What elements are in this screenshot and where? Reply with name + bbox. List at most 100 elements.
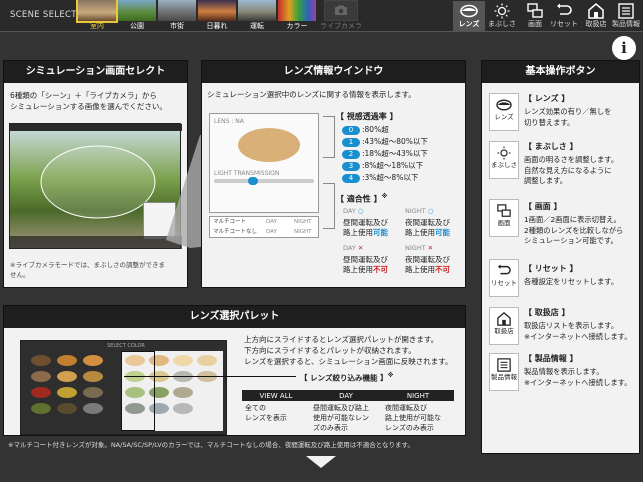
scene-thumb-city[interactable]: 市街: [158, 0, 196, 32]
sim-select-title: シミュレーション画面セレクト: [4, 61, 187, 83]
bop-glare-line-1: 画面の明るさを調整します。: [524, 155, 619, 164]
palette-mock-label: SELECT COLOR: [107, 343, 145, 349]
glare-button[interactable]: まぶしさ: [486, 1, 518, 31]
bop-product-line-2: ※インターネットへ接続します。: [524, 377, 632, 387]
reset-button[interactable]: リセット: [548, 1, 580, 31]
bop-glare-line-3: 調整します。: [524, 176, 568, 185]
lens-info-mockup: LENS : NA LIGHT TRANSMISSION: [209, 113, 319, 213]
scene-label-dusk: 日暮れ: [206, 22, 228, 30]
palette-desc-2: 下方向にスライドするとパレットが収納されます。: [244, 346, 416, 355]
bop-store-desc: 取扱店リストを表示します。 ※インターネットへ接続します。: [524, 321, 632, 342]
basic-ops-title: 基本操作ボタン: [482, 61, 639, 83]
screen-button-label: 画面: [528, 20, 542, 28]
lens-icon: [496, 99, 512, 111]
info-list-icon: [497, 358, 511, 372]
mock-coat-table: マルチコート DAY NIGHT マルチコートなし DAY NIGHT: [209, 216, 319, 238]
filter-cell-night: 夜間運転及び 路上使用が可能な レンズのみ表示: [382, 401, 454, 435]
level-4: 4:3%超～8%以下: [342, 172, 428, 184]
bop-product-icon-box: 製品情報: [489, 353, 519, 391]
bop-product-title: 【 製品情報 】: [524, 354, 578, 363]
sim-select-desc-2: シミュレーションする画像を選んでください。: [10, 102, 167, 111]
scene-select-label: SCENE SELECT: [10, 10, 77, 20]
scene-thumb-color[interactable]: カラー: [278, 0, 316, 32]
circle-icon: ○: [357, 207, 364, 215]
transmission-levels: 0:80%超 1:43%超～80%以下 2:18%超～43%以下 3:8%超～1…: [342, 124, 428, 184]
scene-label-indoor: 室内: [90, 22, 104, 30]
info-list-icon: [618, 3, 634, 19]
scene-thumb-live-camera[interactable]: ライブカメラ: [318, 0, 364, 32]
filter-table: VIEW ALL DAY NIGHT 全ての レンズを表示 昼間運転及び路上 使用が…: [242, 390, 454, 435]
bop-reset-icon-label: リセット: [491, 279, 517, 287]
suit-day-ng: DAY ✕: [343, 244, 363, 253]
preview-toolbar: [10, 124, 182, 131]
sim-select-preview-image: [9, 123, 182, 249]
bop-store-line-2: ※インターネットへ接続します。: [524, 331, 632, 341]
scene-thumb-park[interactable]: 公園: [118, 0, 156, 32]
level-1: 1:43%超～80%以下: [342, 136, 428, 148]
suit-day-ng-prefix: 路上使用: [343, 265, 373, 274]
filter-col-day: DAY: [310, 390, 382, 401]
filter-cell-view-all-line-2: レンズを表示: [245, 414, 287, 422]
info-button[interactable]: i: [612, 36, 636, 60]
level-4-text: :3%超～8%以下: [362, 173, 419, 182]
product-info-button[interactable]: 製品情報: [610, 1, 642, 31]
level-3: 3:8%超～18%以下: [342, 160, 428, 172]
mock-slider-thumb: [248, 177, 258, 185]
palette-swatches-left: [27, 351, 121, 431]
level-3-text: :8%超～18%以下: [362, 161, 424, 170]
bop-lens-line-2: 切り替えます。: [524, 117, 575, 127]
filter-cell-day: 昼間運転及び路上 使用が可能なレン ズのみ表示: [310, 401, 382, 435]
suit-day-ok-line-1: 昼間運転及び: [343, 218, 388, 227]
suit-night-ok-label: NIGHT: [405, 207, 426, 215]
bop-glare-desc: 画面の明るさを調整します。 自然な見え方になるように 調整します。: [524, 155, 618, 187]
filter-cell-night-line-1: 夜間運転及び: [385, 404, 427, 412]
mock-transmission-slider: [214, 179, 314, 183]
suit-day-ng-label: DAY: [343, 244, 356, 252]
suit-day-ok-value: 可能: [373, 228, 388, 237]
suit-night-ng-line-2: 路上使用不可: [405, 265, 450, 275]
store-icon: [497, 312, 511, 326]
bop-lens-title: 【 レンズ 】: [524, 94, 570, 103]
filter-cell-night-line-2: 路上使用が可能な: [385, 414, 441, 422]
suitability-title-text: 【 適合性 】: [336, 194, 382, 204]
filter-table-header: VIEW ALL DAY NIGHT: [242, 390, 454, 401]
bop-reset-desc: 各種設定をリセットします。: [524, 277, 618, 288]
suitability-bracket: [323, 183, 335, 229]
lens-info-title: レンズ情報ウインドウ: [202, 61, 465, 83]
filter-cell-view-all: 全ての レンズを表示: [242, 401, 310, 435]
lens-button[interactable]: レンズ: [453, 1, 485, 31]
footnote: ※マルチコート付きレンズが対象。NA/SA/SC/SP/LVのカラーでは、マルチ…: [8, 441, 414, 449]
reset-icon: [497, 264, 511, 275]
suit-night-ok-prefix: 路上使用: [405, 228, 435, 237]
camera-icon: [335, 5, 347, 15]
filter-cell-day-line-2: 使用が可能なレン: [313, 414, 369, 422]
suit-day-ok-line-2: 路上使用可能: [343, 228, 388, 238]
suit-day-ok: DAY ○: [343, 207, 364, 216]
level-0: 0:80%超: [342, 124, 428, 136]
mock-day-2: DAY: [266, 229, 277, 235]
bop-store-icon-label: 取扱店: [494, 327, 514, 335]
palette-panel: レンズ選択パレット SELECT COLOR 上方向にスライドするとレンズ選択パ…: [3, 305, 466, 436]
bop-screen-title: 【 画面 】: [524, 202, 562, 211]
scene-thumb-driving[interactable]: 運転: [238, 0, 276, 32]
suitability-mark: ※: [381, 193, 388, 200]
store-button[interactable]: 取扱店: [580, 1, 612, 31]
scene-thumb-indoor[interactable]: 室内: [76, 0, 118, 32]
palette-handle-arrow[interactable]: [306, 456, 336, 468]
filter-table-row: 全ての レンズを表示 昼間運転及び路上 使用が可能なレン ズのみ表示 夜間運転及び路上…: [242, 401, 454, 435]
bop-reset-line-1: 各種設定をリセットします。: [524, 277, 619, 286]
filter-col-night: NIGHT: [382, 390, 454, 401]
filter-cell-day-line-1: 昼間運転及び路上: [313, 404, 369, 412]
sim-select-note-2: せん。: [10, 271, 30, 279]
bop-glare-line-2: 自然な見え方になるように: [524, 165, 612, 175]
bop-reset-icon-box: リセット: [489, 259, 519, 297]
mock-lens-swatch: [238, 128, 300, 162]
bop-glare-icon-box: まぶしさ: [489, 141, 519, 179]
filter-title-text: 【 レンズ絞り込み機能 】: [300, 373, 388, 383]
bop-screen-icon-label: 画面: [497, 219, 511, 227]
bop-lens-line-1: レンズ効果の有り／無しを: [524, 107, 612, 116]
level-2-text: :18%超～43%以下: [362, 149, 428, 158]
screen-button[interactable]: 画面: [519, 1, 551, 31]
scene-thumb-dusk[interactable]: 日暮れ: [198, 0, 236, 32]
top-toolbar: SCENE SELECT 室内 公園 市街 日暮れ 運転 カラー ライブカメラ …: [0, 0, 643, 32]
